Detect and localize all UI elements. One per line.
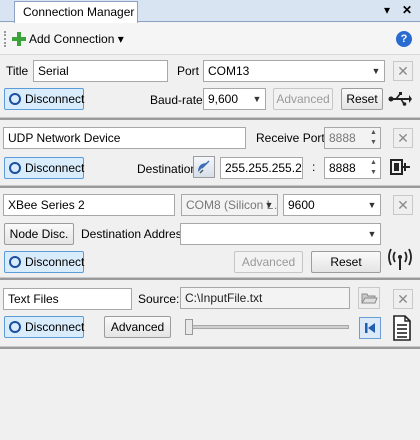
chevron-down-icon: ▼ xyxy=(367,200,377,210)
panel-separator xyxy=(0,185,420,188)
baud-rate-label: Baud-rate xyxy=(150,93,203,107)
close-window-icon[interactable]: ✕ xyxy=(402,3,412,17)
destination-port-input[interactable]: 8888 xyxy=(324,157,368,179)
disconnect-label: Disconnect xyxy=(25,320,85,334)
receive-port-label: Receive Port xyxy=(256,131,325,145)
disconnect-label: Disconnect xyxy=(25,92,85,106)
toolbar: Add Connection ▾ ? xyxy=(0,23,420,55)
browse-button[interactable] xyxy=(358,287,380,309)
close-connection-button[interactable]: ✕ xyxy=(393,61,413,81)
panel-separator xyxy=(0,346,420,349)
title-input[interactable]: Serial xyxy=(33,60,168,82)
connection-ring-icon xyxy=(9,162,21,174)
spin-down-icon: ▼ xyxy=(370,169,377,176)
tab-strip: Connection Manager ▾ ✕ xyxy=(0,0,420,23)
close-connection-button[interactable]: ✕ xyxy=(393,289,413,309)
add-connection-button[interactable]: Add Connection ▾ xyxy=(29,32,124,46)
advanced-button[interactable]: Advanced xyxy=(234,251,303,273)
chevron-down-icon: ▼ xyxy=(264,200,274,210)
pin-dropdown-icon[interactable]: ▾ xyxy=(384,3,390,17)
port-label: Port xyxy=(177,64,200,78)
port-value: COM13 xyxy=(208,64,250,78)
udp-connection-panel: UDP Network Device Receive Port 8888 ▲ ▼ … xyxy=(0,121,420,185)
spin-down-icon: ▼ xyxy=(370,139,377,146)
title-label: Title xyxy=(6,64,29,78)
satellite-dish-icon xyxy=(198,160,210,174)
receive-port-input[interactable]: 8888 xyxy=(324,127,368,149)
title-input[interactable]: XBee Series 2 xyxy=(3,194,175,216)
spin-up-icon: ▲ xyxy=(370,159,377,166)
usb-icon xyxy=(388,92,412,106)
playback-slider-thumb[interactable] xyxy=(185,319,193,335)
close-connection-button[interactable]: ✕ xyxy=(393,195,413,215)
port-separator: : xyxy=(312,160,316,174)
disconnect-button[interactable]: Disconnect xyxy=(4,157,84,179)
destination-address-label: Destination Address xyxy=(81,227,188,241)
destination-address-select[interactable]: ▼ xyxy=(180,223,381,245)
advanced-button[interactable]: Advanced xyxy=(273,88,333,110)
title-input[interactable]: Text Files xyxy=(3,288,132,310)
panel-separator xyxy=(0,117,420,120)
chevron-down-icon: ▼ xyxy=(371,66,381,76)
playback-slider[interactable] xyxy=(185,325,349,329)
add-icon[interactable] xyxy=(12,32,26,46)
reset-button[interactable]: Reset xyxy=(341,88,383,110)
toolbar-grip xyxy=(4,31,8,47)
chevron-down-icon: ▼ xyxy=(252,94,262,104)
disconnect-label: Disconnect xyxy=(25,161,85,175)
destination-ip-input[interactable]: 255.255.255.255 xyxy=(220,157,303,179)
source-path-input[interactable]: C:\InputFile.txt xyxy=(180,287,350,309)
destination-port-stepper[interactable]: ▲ ▼ xyxy=(367,157,381,179)
wireless-antenna-icon xyxy=(388,248,412,270)
file-connection-panel: Text Files Source: C:\InputFile.txt ✕ Di… xyxy=(0,281,420,346)
xbee-connection-panel: XBee Series 2 COM8 (Silicon L… ▼ 9600 ▼ … xyxy=(0,189,420,277)
advanced-button[interactable]: Advanced xyxy=(104,316,171,338)
baud-rate-value: 9600 xyxy=(288,198,315,212)
tab-connection-manager[interactable]: Connection Manager xyxy=(14,1,138,23)
connection-ring-icon xyxy=(9,321,21,333)
title-input[interactable]: UDP Network Device xyxy=(3,127,246,149)
open-folder-icon xyxy=(361,293,378,304)
disconnect-button[interactable]: Disconnect xyxy=(4,316,84,338)
panel-separator xyxy=(0,277,420,280)
text-document-icon xyxy=(393,315,411,341)
source-label: Source: xyxy=(138,292,180,306)
spin-up-icon: ▲ xyxy=(370,129,377,136)
reset-button[interactable]: Reset xyxy=(311,251,381,273)
port-select[interactable]: COM13 ▼ xyxy=(203,60,385,82)
baud-rate-select[interactable]: 9600 ▼ xyxy=(283,194,381,216)
baud-rate-value: 9,600 xyxy=(208,92,239,106)
disconnect-button[interactable]: Disconnect xyxy=(4,88,84,110)
chevron-down-icon: ▼ xyxy=(367,229,377,239)
disconnect-button[interactable]: Disconnect xyxy=(4,251,84,273)
destination-label: Destination xyxy=(137,162,198,176)
disconnect-label: Disconnect xyxy=(25,255,85,269)
rewind-button[interactable] xyxy=(359,317,381,339)
port-select[interactable]: COM8 (Silicon L… ▼ xyxy=(181,194,278,216)
close-connection-button[interactable]: ✕ xyxy=(393,128,413,148)
node-discovery-button[interactable]: Node Disc. xyxy=(4,223,74,245)
network-plug-icon xyxy=(390,159,410,175)
receive-port-stepper[interactable]: ▲ ▼ xyxy=(367,127,381,149)
serial-connection-panel: Title Serial Port COM13 ▼ ✕ Disconnect B… xyxy=(0,56,420,118)
baud-rate-select[interactable]: 9,600 ▼ xyxy=(203,88,266,110)
skip-to-start-icon xyxy=(365,323,375,333)
connection-ring-icon xyxy=(9,93,21,105)
help-icon[interactable]: ? xyxy=(396,31,412,47)
connection-ring-icon xyxy=(9,256,21,268)
network-scan-button[interactable] xyxy=(193,156,215,178)
